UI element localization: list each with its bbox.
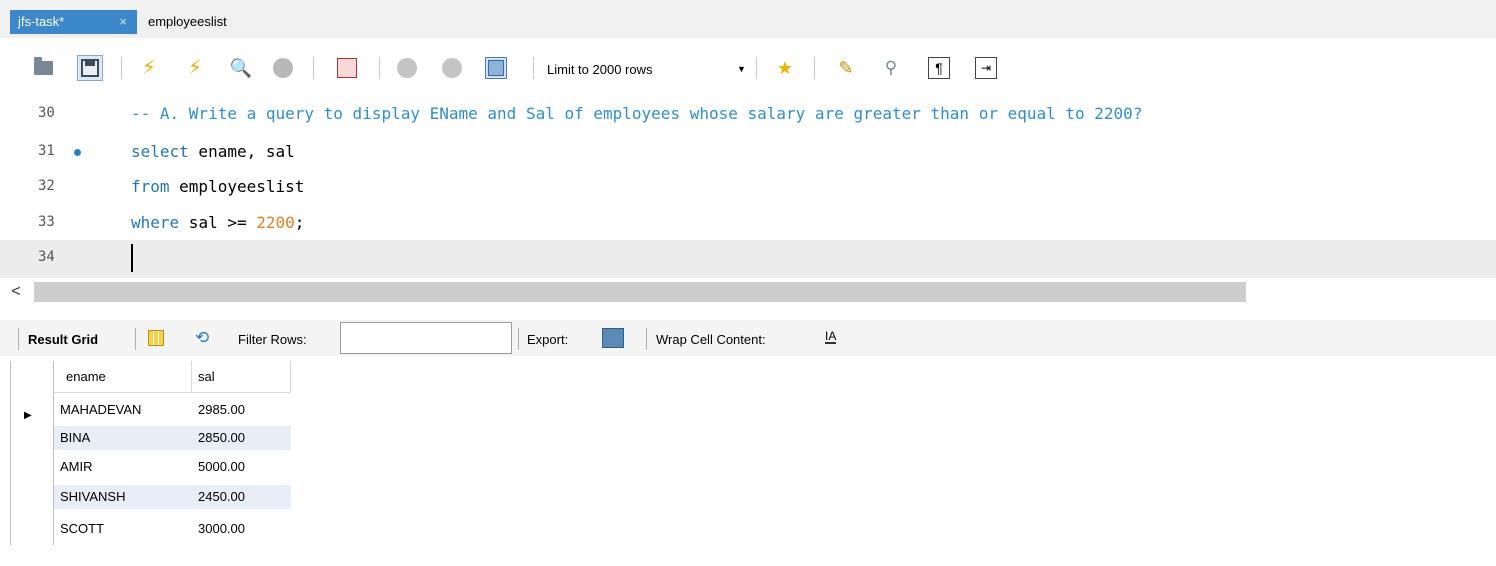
editor-line: 32 from employeeslist <box>0 169 1496 207</box>
find-icon[interactable]: ⚲ <box>880 57 902 79</box>
toolbar-separator <box>135 328 136 350</box>
table-cell[interactable]: SHIVANSH <box>54 485 192 509</box>
code-text: from employeeslist <box>131 177 304 196</box>
editor-line-current: 34 <box>0 240 1496 278</box>
table-cell[interactable]: 2450.00 <box>192 485 291 509</box>
horizontal-scrollbar[interactable]: < <box>0 280 1496 304</box>
toolbar-separator <box>814 57 815 79</box>
text-cursor <box>131 244 133 272</box>
toolbar-separator <box>121 57 122 79</box>
execute-current-icon[interactable]: ⚡ <box>184 57 206 79</box>
table-cell[interactable]: MAHADEVAN <box>54 398 192 422</box>
code-token: ; <box>294 213 305 232</box>
toolbar-separator <box>379 57 380 79</box>
result-toolbar: Result Grid ⟲ Filter Rows: Export: Wrap … <box>0 320 1496 356</box>
line-number: 32 <box>38 178 55 194</box>
keyword-token: from <box>131 177 170 196</box>
table-cell[interactable]: 3000.00 <box>192 517 291 541</box>
explain-icon[interactable]: 🔍 <box>230 57 252 79</box>
line-number: 31 <box>38 143 55 159</box>
table-row[interactable]: SCOTT 3000.00 <box>10 517 291 541</box>
toolbar-separator <box>313 57 314 79</box>
code-token: sal >= <box>179 213 257 232</box>
line-number: 34 <box>38 249 55 265</box>
grid-view-icon[interactable] <box>148 330 164 346</box>
invisible-chars-icon[interactable]: ¶ <box>928 57 950 79</box>
code-text: select ename, sal <box>131 142 295 161</box>
keyword-token: select <box>131 142 189 161</box>
table-cell[interactable]: 2985.00 <box>192 398 291 422</box>
column-header-ename[interactable]: ename <box>54 361 192 393</box>
toggle-error-icon[interactable] <box>336 57 358 79</box>
editor-line: 31 select ename, sal <box>0 134 1496 172</box>
table-cell[interactable]: BINA <box>54 426 192 450</box>
tab-employeeslist[interactable]: employeeslist <box>140 10 290 34</box>
refresh-icon[interactable]: ⟲ <box>195 328 209 348</box>
code-text: where sal >= 2200; <box>131 213 304 232</box>
table-row[interactable]: BINA 2850.00 <box>10 426 291 450</box>
toolbar-separator <box>646 328 647 350</box>
toolbar-separator <box>518 328 519 350</box>
sql-editor[interactable]: 30 -- A. Write a query to display EName … <box>0 96 1496 278</box>
chevron-down-icon[interactable]: ▼ <box>737 64 746 74</box>
table-row[interactable]: AMIR 5000.00 <box>10 455 291 479</box>
export-label: Export: <box>527 332 569 347</box>
close-icon[interactable]: × <box>119 10 127 34</box>
rollback-icon[interactable] <box>441 57 463 79</box>
commit-icon[interactable] <box>396 57 418 79</box>
open-folder-icon[interactable] <box>32 57 54 79</box>
table-cell[interactable]: 2850.00 <box>192 426 291 450</box>
editor-line: 33 where sal >= 2200; <box>0 205 1496 243</box>
column-header-sal[interactable]: sal <box>192 361 291 393</box>
save-icon[interactable] <box>79 57 101 79</box>
tab-label: jfs-task* <box>18 14 65 29</box>
scrollbar-thumb[interactable] <box>34 282 1246 302</box>
code-text: -- A. Write a query to display EName and… <box>131 104 1142 123</box>
tab-label: employeeslist <box>148 14 227 29</box>
result-grid-tab[interactable]: Result Grid <box>28 332 98 347</box>
table-cell[interactable]: AMIR <box>54 455 192 479</box>
scroll-left-icon[interactable]: < <box>6 282 26 302</box>
autocommit-icon[interactable] <box>485 57 507 79</box>
wrap-cell-icon[interactable]: IA <box>825 330 837 344</box>
toolbar-separator <box>18 328 19 350</box>
table-cell[interactable]: 5000.00 <box>192 455 291 479</box>
keyword-token: where <box>131 213 180 232</box>
filter-rows-label: Filter Rows: <box>238 332 307 347</box>
beautify-icon[interactable]: ✎ <box>835 57 857 79</box>
line-number: 30 <box>38 105 55 121</box>
line-number: 33 <box>38 214 55 230</box>
tab-jfs-task[interactable]: jfs-task* × <box>10 10 137 34</box>
add-snippet-icon[interactable]: ★ <box>774 57 796 79</box>
toolbar-separator <box>533 57 534 79</box>
stop-icon[interactable] <box>272 57 294 79</box>
table-row[interactable]: ▶ MAHADEVAN 2985.00 <box>10 398 291 422</box>
code-token: employeeslist <box>169 177 305 196</box>
code-token: ename, sal <box>188 142 295 161</box>
table-cell[interactable]: SCOTT <box>54 517 192 541</box>
toolbar-separator <box>756 57 757 79</box>
sql-editor-toolbar: ⚡ ⚡ 🔍 Limit to 2000 rows ▼ ★ ✎ ⚲ ¶ ⇥ <box>0 38 1496 96</box>
wrap-icon[interactable]: ⇥ <box>975 57 997 79</box>
editor-line: 30 -- A. Write a query to display EName … <box>0 96 1496 134</box>
comment-token: -- A. Write a query to display EName and… <box>131 104 1143 123</box>
number-token: 2200 <box>256 213 295 232</box>
filter-rows-input[interactable] <box>340 322 512 354</box>
limit-rows-select[interactable]: Limit to 2000 rows <box>547 62 653 77</box>
export-icon[interactable] <box>602 328 624 348</box>
editor-tab-bar: jfs-task* × employeeslist <box>0 0 1496 38</box>
current-row-icon: ▶ <box>24 410 32 421</box>
wrap-cell-label: Wrap Cell Content: <box>656 332 766 347</box>
execute-icon[interactable]: ⚡ <box>138 57 160 79</box>
statement-marker-icon <box>74 149 81 156</box>
table-row[interactable]: SHIVANSH 2450.00 <box>10 485 291 509</box>
